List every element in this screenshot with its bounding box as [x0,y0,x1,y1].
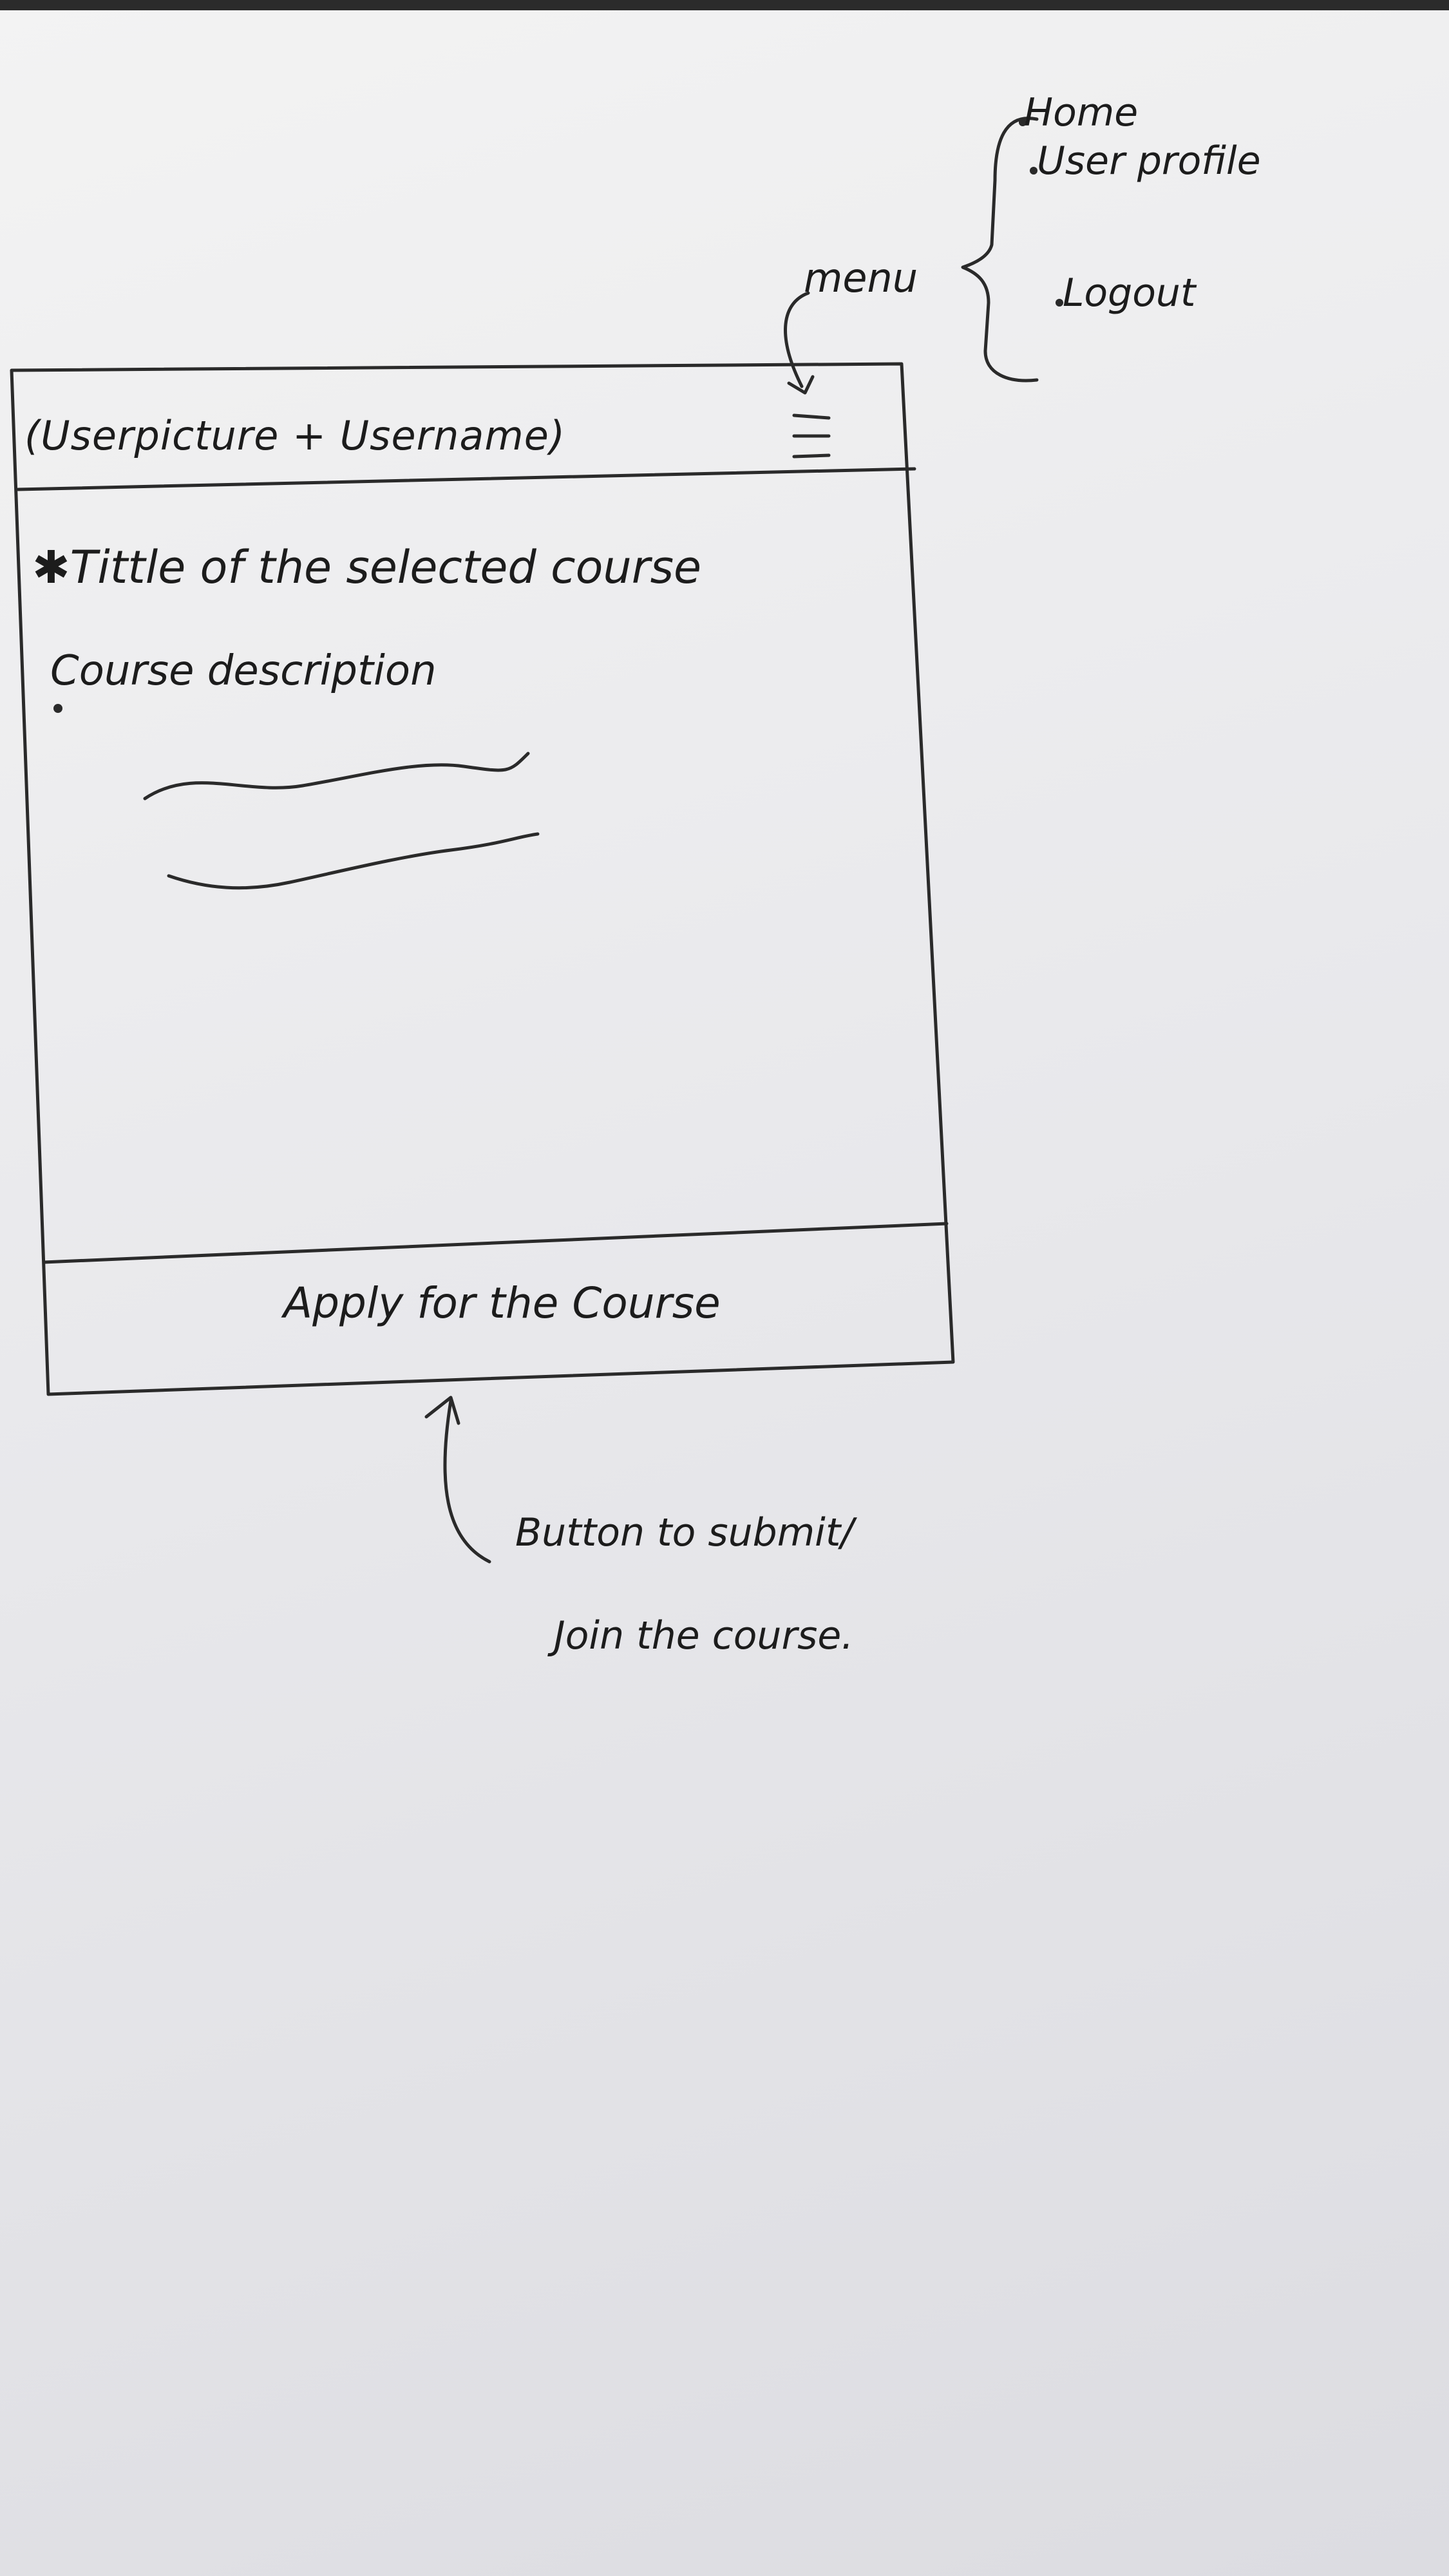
menu-item-logout[interactable]: Logout [1063,270,1195,316]
note-arrow [443,1399,491,1564]
course-title: ✱Tittle of the selected course [32,541,701,594]
course-title-text: Tittle of the selected course [70,541,702,594]
menu-annotation: menu [804,254,918,301]
description-bullet [53,704,62,713]
star-icon: ✱ [32,541,70,594]
note-arrowhead [424,1396,460,1425]
description-line-1 [143,752,530,800]
menu-brace [961,117,1039,383]
course-description-label: Course description [50,647,437,695]
apply-button-label: Apply for the Course [283,1278,721,1328]
description-line-2 [167,832,540,890]
button-note-line-1: Button to submit/ [515,1510,854,1555]
button-note-line-2: Join the course. [554,1613,854,1658]
user-picture-and-name: (Userpicture + Username) [24,412,566,459]
hamburger-menu-icon[interactable] [789,402,834,473]
menu-item-home[interactable]: Home [1024,90,1138,135]
menu-item-user-profile[interactable]: User profile [1037,138,1261,184]
